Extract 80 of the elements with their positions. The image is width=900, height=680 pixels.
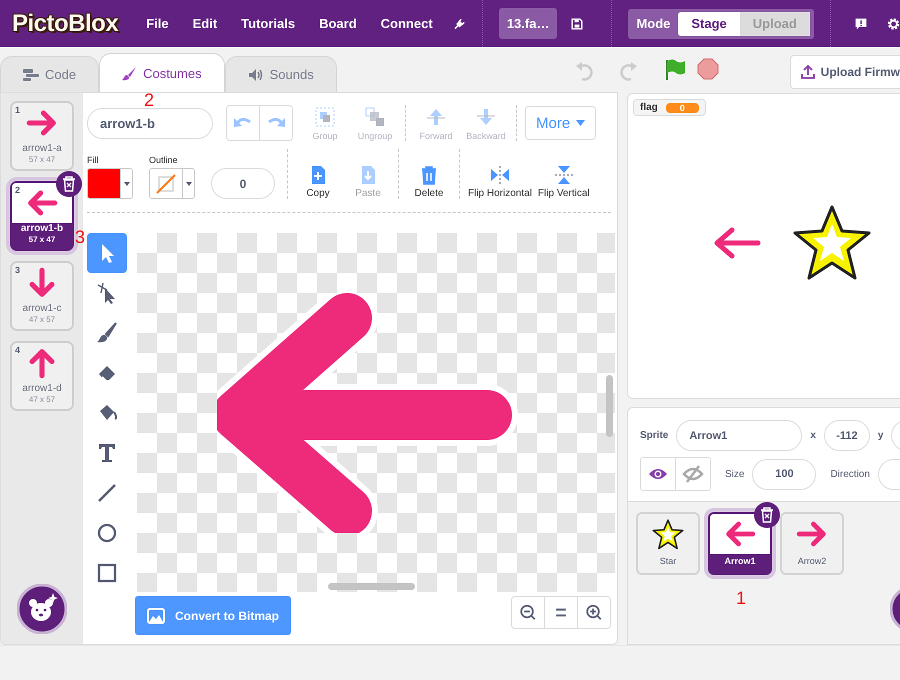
costume-name: arrow1-a bbox=[22, 143, 62, 155]
scrollbar[interactable] bbox=[328, 583, 415, 590]
menu-item[interactable]: Connect bbox=[380, 16, 433, 31]
costume-number: 1 bbox=[15, 105, 20, 115]
square-icon bbox=[95, 561, 119, 585]
tool-button[interactable]: Flip Vertical bbox=[538, 165, 590, 199]
costume-size: 57 x 47 bbox=[28, 235, 56, 244]
costume-size: 57 x 47 bbox=[28, 155, 56, 164]
outline-label: Outline bbox=[149, 155, 179, 165]
menu-item[interactable]: File bbox=[146, 16, 169, 31]
ungroup-icon bbox=[364, 106, 386, 128]
outline-color-picker[interactable] bbox=[149, 168, 195, 199]
brush-icon bbox=[122, 66, 138, 80]
costume-name: arrow1-b bbox=[20, 223, 64, 235]
tool-button[interactable]: Flip Horizontal bbox=[468, 165, 532, 199]
stop-icon[interactable] bbox=[696, 58, 719, 80]
fill-color-picker[interactable] bbox=[87, 168, 133, 199]
size-label: Size bbox=[725, 468, 744, 480]
x-field[interactable]: -112 bbox=[824, 420, 870, 451]
bear-button[interactable] bbox=[17, 584, 67, 634]
star-sprite[interactable] bbox=[792, 204, 872, 282]
image-icon bbox=[147, 608, 165, 624]
sprite-name: Star bbox=[660, 556, 676, 566]
costume-number: 3 bbox=[15, 265, 20, 275]
annotation-number: 1 bbox=[736, 588, 746, 609]
x-label: x bbox=[810, 430, 816, 441]
costume-name: arrow1-d bbox=[22, 383, 62, 395]
costume-tile[interactable]: 4 arrow1-d 47 x 57 bbox=[10, 341, 74, 411]
costume-tile[interactable]: 3 arrow1-c 47 x 57 bbox=[10, 261, 74, 331]
sprite-tile[interactable]: Star bbox=[636, 512, 700, 575]
upload-firmware-button[interactable]: Upload Firmw bbox=[790, 55, 900, 89]
menu-item[interactable]: Tutorials bbox=[241, 16, 296, 31]
sprite-name: Arrow2 bbox=[798, 556, 826, 566]
sprite-label: Sprite bbox=[640, 430, 668, 441]
brush-icon bbox=[95, 321, 119, 345]
sprite-name: Arrow1 bbox=[724, 556, 756, 566]
menu-item[interactable]: Edit bbox=[192, 16, 218, 31]
costume-number: 4 bbox=[15, 345, 20, 355]
star-icon bbox=[652, 518, 684, 550]
paint-tool[interactable] bbox=[87, 233, 127, 273]
menu-item[interactable]: Board bbox=[319, 16, 357, 31]
circle-icon bbox=[95, 521, 119, 545]
upload-icon bbox=[800, 65, 815, 79]
size-field[interactable]: 100 bbox=[752, 458, 816, 490]
sprite-tile[interactable]: Arrow2 bbox=[780, 512, 844, 575]
tool-button[interactable]: Copy bbox=[296, 165, 340, 199]
logo: PictoBlox bbox=[12, 10, 118, 38]
group-icon bbox=[314, 106, 336, 128]
tool-button[interactable]: Delete bbox=[407, 165, 451, 199]
costume-name-field[interactable]: arrow1-b bbox=[87, 108, 213, 138]
caret-icon bbox=[576, 120, 586, 126]
costume-tile[interactable]: 1 arrow1-a 57 x 47 bbox=[10, 101, 74, 171]
trash-icon bbox=[419, 165, 439, 185]
y-label: y bbox=[878, 430, 884, 441]
caret-icon bbox=[124, 182, 130, 186]
flip-horizontal-icon bbox=[490, 165, 510, 185]
costume-number: 2 bbox=[15, 185, 20, 195]
costume-size: 47 x 57 bbox=[28, 315, 56, 324]
fill-label: Fill bbox=[87, 155, 100, 165]
arrow-sprite[interactable] bbox=[712, 226, 762, 260]
caret-icon bbox=[186, 182, 192, 186]
delete-icon[interactable] bbox=[754, 502, 780, 528]
mode-label: Mode bbox=[635, 16, 672, 31]
mode-option[interactable]: Stage bbox=[678, 12, 740, 36]
speaker-icon bbox=[248, 68, 264, 82]
direction-label: Direction bbox=[830, 468, 870, 480]
costume-size: 47 x 57 bbox=[28, 395, 56, 404]
flip-vertical-icon bbox=[554, 165, 574, 185]
scrollbar[interactable] bbox=[606, 375, 613, 437]
costume-name: arrow1-c bbox=[22, 303, 62, 315]
delete-icon[interactable] bbox=[56, 171, 82, 197]
sprite-name-field[interactable]: Arrow1 bbox=[676, 420, 802, 451]
variable-value: 0 bbox=[666, 102, 699, 112]
code-icon bbox=[23, 68, 39, 80]
annotation-number: 3 bbox=[75, 227, 86, 248]
tab[interactable]: Costumes bbox=[99, 53, 225, 92]
variable-name: flag bbox=[640, 102, 658, 113]
outline-width-field[interactable]: 0 bbox=[211, 168, 275, 199]
no-outline-icon bbox=[155, 172, 177, 194]
project-button[interactable]: 13.fa… bbox=[498, 8, 558, 39]
